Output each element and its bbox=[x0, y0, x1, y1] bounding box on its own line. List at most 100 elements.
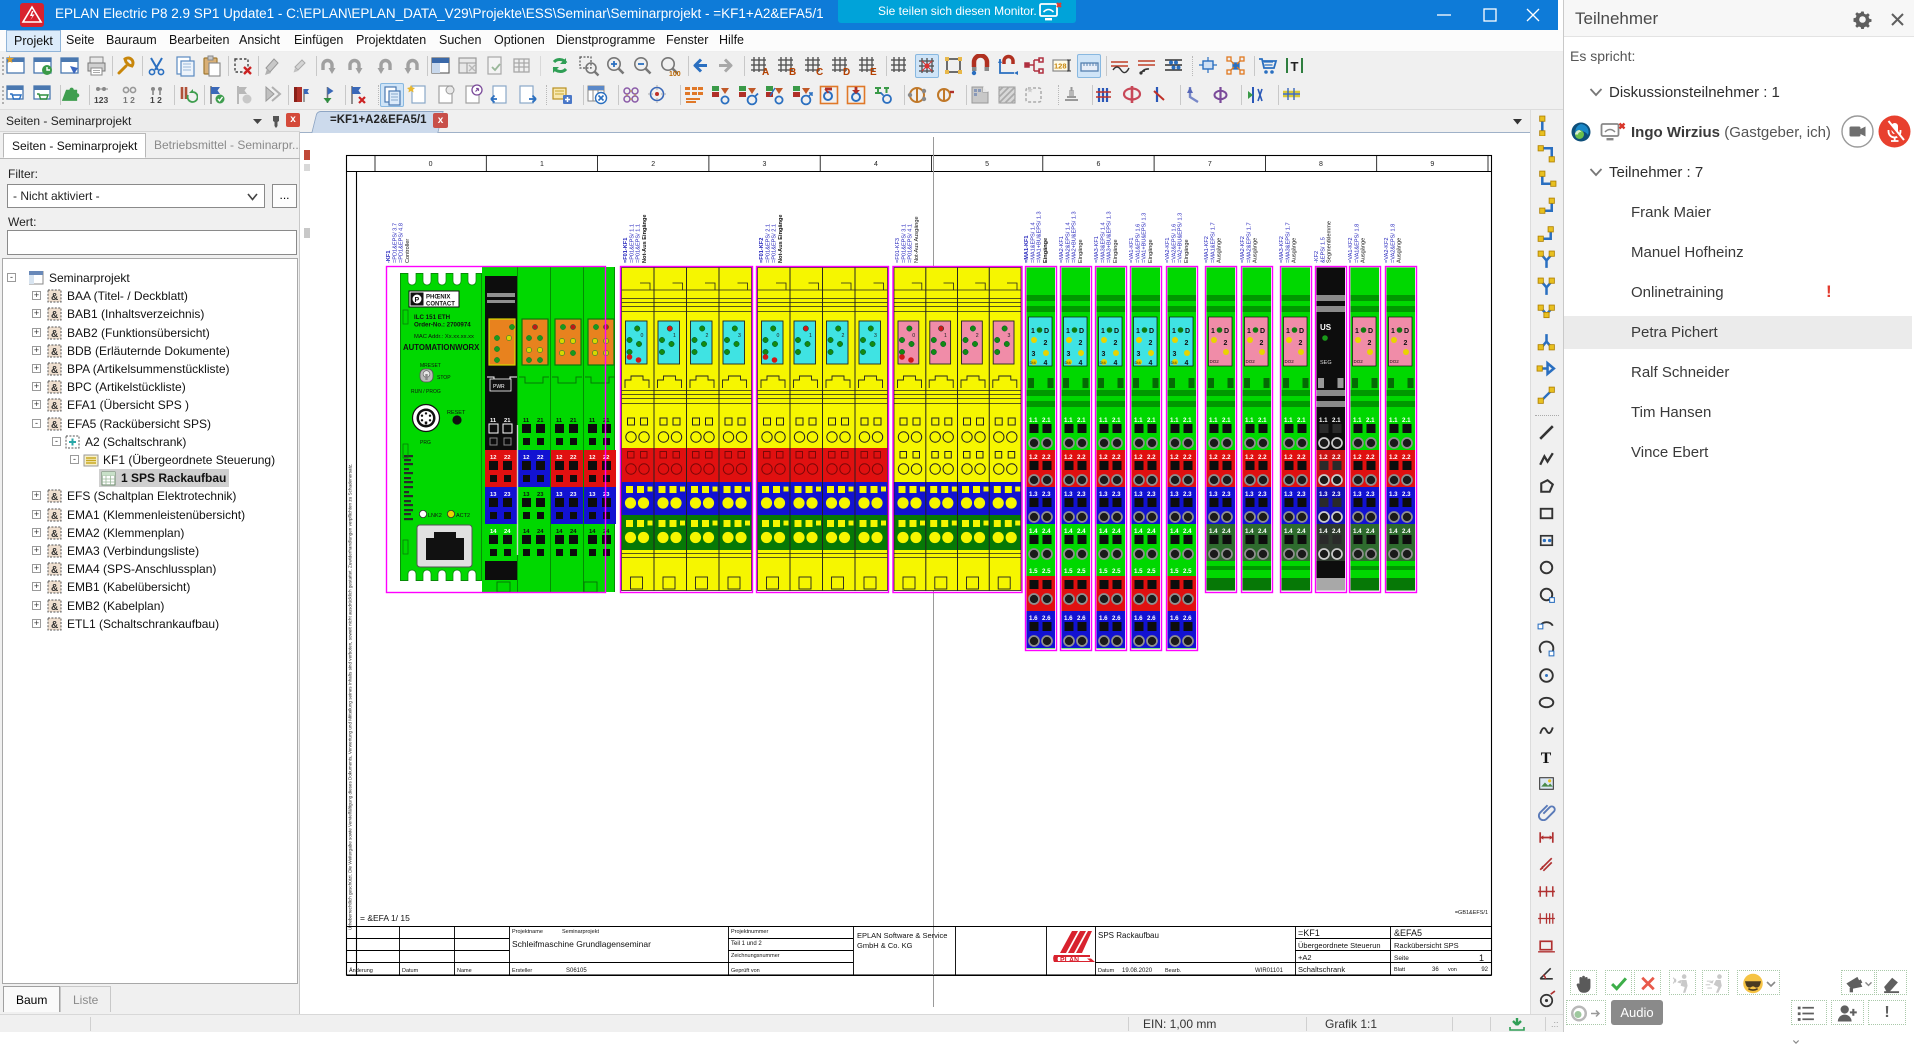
svg-text:Order-No.: 2700974: Order-No.: 2700974 bbox=[414, 322, 471, 329]
svg-text:2.5: 2.5 bbox=[1183, 568, 1192, 575]
svg-text:Segmentklemme: Segmentklemme bbox=[1327, 221, 1333, 263]
svg-text:D: D bbox=[1114, 328, 1119, 335]
svg-text:=P01&EPS/ 2.1: =P01&EPS/ 2.1 bbox=[772, 224, 778, 263]
svg-text:Datum: Datum bbox=[402, 968, 419, 974]
svg-text:=MA1+BU&EPS/ 1.3: =MA1+BU&EPS/ 1.3 bbox=[1037, 211, 1043, 263]
svg-text:2.2: 2.2 bbox=[1183, 454, 1192, 461]
svg-text:2.2: 2.2 bbox=[1077, 454, 1086, 461]
svg-text:&: & bbox=[51, 547, 58, 558]
svg-text:=VA2&EPS/ 1.6: =VA2&EPS/ 1.6 bbox=[1171, 224, 1177, 263]
svg-text:von: von bbox=[1448, 967, 1457, 973]
svg-text:4: 4 bbox=[1044, 360, 1048, 367]
svg-text:2.3: 2.3 bbox=[1402, 491, 1411, 498]
svg-text:9: 9 bbox=[1430, 161, 1434, 168]
svg-text:Blatt: Blatt bbox=[1394, 967, 1405, 973]
svg-text:1: 1 bbox=[809, 333, 812, 339]
svg-text:=P01&EPS/ 3.1: =P01&EPS/ 3.1 bbox=[901, 224, 907, 263]
svg-text:Controller: Controller bbox=[405, 239, 411, 263]
svg-text:1: 1 bbox=[1031, 328, 1035, 335]
svg-text:1: 1 bbox=[1479, 953, 1484, 963]
svg-text:=VA1-KF2: =VA1-KF2 bbox=[1348, 237, 1354, 263]
svg-text:19.08.2020: 19.08.2020 bbox=[1122, 968, 1153, 974]
svg-text:1: 1 bbox=[944, 333, 947, 339]
svg-text:2.3: 2.3 bbox=[1147, 491, 1156, 498]
svg-text:5: 5 bbox=[985, 161, 989, 168]
svg-text:Ausgänge: Ausgänge bbox=[1253, 238, 1259, 263]
svg-text:2.6: 2.6 bbox=[1112, 615, 1121, 622]
svg-text:6: 6 bbox=[1096, 161, 1100, 168]
svg-text:1.2: 1.2 bbox=[1099, 454, 1108, 461]
svg-text:MAC Addr.: Xx.xx.xx.xx: MAC Addr.: Xx.xx.xx.xx bbox=[414, 334, 474, 340]
svg-text:DO2: DO2 bbox=[1390, 359, 1400, 364]
svg-text:2.3: 2.3 bbox=[1297, 491, 1306, 498]
svg-text:2.2: 2.2 bbox=[1297, 454, 1306, 461]
svg-text:=MA2&EPS/ 1.7: =MA2&EPS/ 1.7 bbox=[1246, 222, 1252, 263]
svg-text:Datum: Datum bbox=[1098, 968, 1115, 974]
svg-text:=MA3&EPS/ 1.4: =MA3&EPS/ 1.4 bbox=[1100, 222, 1106, 263]
svg-text:2.1: 2.1 bbox=[1297, 417, 1306, 424]
svg-text:DI4: DI4 bbox=[1171, 360, 1178, 365]
svg-text:&: & bbox=[51, 329, 58, 340]
svg-text:Übergeordnete Steuerun: Übergeordnete Steuerun bbox=[1298, 941, 1381, 950]
svg-text:D: D bbox=[1368, 328, 1373, 335]
svg-text:1.1: 1.1 bbox=[1245, 417, 1254, 424]
svg-text:21: 21 bbox=[570, 418, 577, 424]
svg-text:2.2: 2.2 bbox=[1332, 454, 1341, 461]
svg-text:1: 1 bbox=[1211, 328, 1215, 335]
svg-text:=F01-KF3: =F01-KF3 bbox=[895, 238, 901, 263]
svg-text:Seminarprojekt: Seminarprojekt bbox=[562, 929, 599, 935]
svg-text:S06105: S06105 bbox=[566, 968, 587, 974]
svg-text:1.2: 1.2 bbox=[1064, 454, 1073, 461]
svg-text:0: 0 bbox=[429, 161, 433, 168]
svg-text:1 2: 1 2 bbox=[123, 95, 135, 105]
svg-text:2.6: 2.6 bbox=[1077, 615, 1086, 622]
svg-text:1.4: 1.4 bbox=[1170, 528, 1179, 535]
svg-text:1.4: 1.4 bbox=[1029, 528, 1038, 535]
svg-text:1: 1 bbox=[1355, 328, 1359, 335]
svg-text:AUTOMATIONWORX: AUTOMATIONWORX bbox=[403, 343, 480, 352]
svg-text:2.1: 2.1 bbox=[1112, 417, 1121, 424]
svg-text:DI4: DI4 bbox=[1030, 360, 1037, 365]
svg-text:4: 4 bbox=[1079, 360, 1083, 367]
svg-text:2.1: 2.1 bbox=[1332, 417, 1341, 424]
svg-text:2.3: 2.3 bbox=[1112, 491, 1121, 498]
svg-text:Not-Aus Eingänge: Not-Aus Eingänge bbox=[642, 215, 648, 263]
svg-text:24: 24 bbox=[537, 529, 544, 535]
svg-text:1.2: 1.2 bbox=[1284, 454, 1293, 461]
svg-text:1.3: 1.3 bbox=[1319, 491, 1328, 498]
svg-text:=VA1-KF1: =VA1-KF1 bbox=[1129, 237, 1135, 263]
svg-text:2.1: 2.1 bbox=[1077, 417, 1086, 424]
svg-text:22: 22 bbox=[504, 455, 510, 461]
svg-text:3: 3 bbox=[874, 333, 877, 339]
svg-text:Seite: Seite bbox=[1394, 955, 1409, 962]
svg-text:&EPS/ 1.5: &EPS/ 1.5 bbox=[1320, 237, 1326, 263]
svg-text:21: 21 bbox=[537, 418, 544, 424]
svg-text:12: 12 bbox=[589, 455, 595, 461]
svg-text:1.6: 1.6 bbox=[1170, 615, 1179, 622]
svg-text:22: 22 bbox=[537, 455, 543, 461]
svg-text:13: 13 bbox=[523, 492, 530, 498]
svg-text:8: 8 bbox=[1319, 161, 1323, 168]
svg-text:Urheberrechtlich geschützt. Di: Urheberrechtlich geschützt. Die Weiterga… bbox=[348, 464, 353, 930]
svg-text:2.4: 2.4 bbox=[1366, 528, 1375, 535]
svg-text:1.5: 1.5 bbox=[1170, 568, 1179, 575]
svg-text:STOP: STOP bbox=[437, 375, 451, 381]
svg-text:Ausgänge: Ausgänge bbox=[1292, 238, 1298, 263]
svg-text:&: & bbox=[51, 529, 58, 540]
svg-text:=GB1&EFS/1: =GB1&EFS/1 bbox=[1455, 910, 1488, 916]
svg-text:T: T bbox=[1291, 59, 1299, 74]
svg-text:=VA1&EPS/ 1.8: =VA1&EPS/ 1.8 bbox=[1354, 224, 1360, 263]
svg-text:1: 1 bbox=[1136, 328, 1140, 335]
svg-text:=P01&EPS/ 2.1: =P01&EPS/ 2.1 bbox=[765, 224, 771, 263]
svg-text:E: E bbox=[870, 67, 877, 77]
svg-text:1.4: 1.4 bbox=[1319, 528, 1328, 535]
svg-text:=MA2+BU&EPS/ 1.3: =MA2+BU&EPS/ 1.3 bbox=[1072, 211, 1078, 263]
svg-text:1: 1 bbox=[1066, 328, 1070, 335]
svg-text:23: 23 bbox=[603, 492, 610, 498]
svg-text:-KF2: -KF2 bbox=[1314, 251, 1320, 263]
svg-text:SPS Rackaufbau: SPS Rackaufbau bbox=[1098, 931, 1159, 940]
svg-text:D: D bbox=[1299, 328, 1304, 335]
svg-text:&: & bbox=[51, 511, 58, 522]
svg-text:&: & bbox=[51, 292, 58, 303]
svg-text:PRG: PRG bbox=[420, 440, 431, 446]
